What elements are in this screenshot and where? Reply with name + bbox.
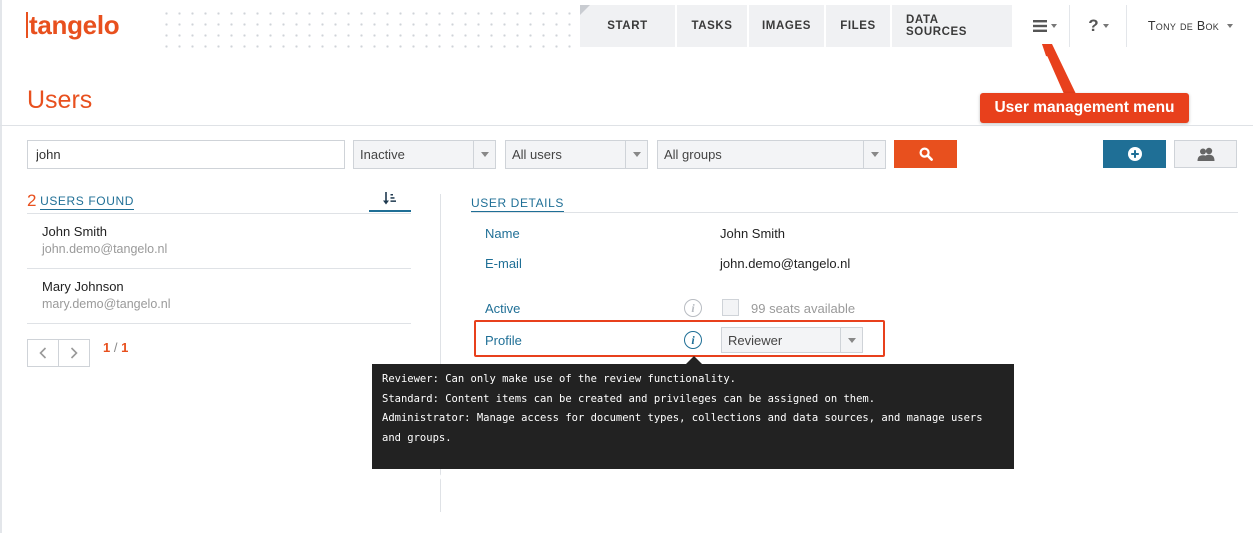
active-label: Active <box>485 301 521 316</box>
chevron-down-icon <box>863 141 885 168</box>
logo[interactable]: tangelo <box>26 10 120 41</box>
status-select[interactable]: Inactive <box>353 140 496 169</box>
user-name: Tony de Bok <box>1147 19 1220 33</box>
groups-select-value: All groups <box>664 147 722 162</box>
tooltip-line: Reviewer: Can only make use of the revie… <box>382 373 737 385</box>
users-found-count: 2 <box>27 191 38 210</box>
profile-select-value: Reviewer <box>728 332 783 348</box>
chevron-down-icon <box>625 141 647 168</box>
chevron-left-icon <box>39 347 47 359</box>
annotation-arrow <box>1042 44 1076 94</box>
email-value: john.demo@tangelo.nl <box>720 256 851 271</box>
user-list-name: Mary Johnson <box>42 279 124 294</box>
status-select-value: Inactive <box>360 147 405 162</box>
chevron-down-icon <box>1050 24 1057 28</box>
annotation-label: User management menu <box>980 93 1189 123</box>
info-icon[interactable]: i <box>684 299 702 317</box>
nav-start[interactable]: START <box>580 5 677 47</box>
main-nav: START TASKS IMAGES FILES DATA SOURCES <box>580 5 1014 47</box>
user-account-menu[interactable]: Tony de Bok <box>1128 5 1253 47</box>
nav-images[interactable]: IMAGES <box>749 5 826 47</box>
help-menu-button[interactable]: ? <box>1071 5 1127 47</box>
add-user-button[interactable] <box>1103 140 1166 168</box>
users-found-label: USERS FOUND <box>40 194 135 210</box>
user-details-heading: USER DETAILS <box>471 196 564 212</box>
chevron-down-icon <box>1227 24 1234 28</box>
chevron-down-icon <box>840 328 862 352</box>
profile-tooltip: Reviewer: Can only make use of the revie… <box>372 364 1014 502</box>
logo-bar <box>26 12 28 38</box>
seats-available-text: 99 seats available <box>751 301 856 316</box>
user-list-item[interactable]: Mary Johnson mary.demo@tangelo.nl <box>27 269 411 324</box>
groups-button[interactable] <box>1174 140 1237 168</box>
details-divider <box>471 212 1238 213</box>
groups-select[interactable]: All groups <box>657 140 886 169</box>
hamburger-menu-icon <box>1032 20 1047 32</box>
chevron-right-icon <box>71 347 78 359</box>
logo-text: tangelo <box>29 10 120 40</box>
user-list-name: John Smith <box>42 224 108 239</box>
nav-tasks[interactable]: TASKS <box>677 5 749 47</box>
help-label: ? <box>1088 16 1099 35</box>
tooltip-line: Administrator: Manage access for documen… <box>382 412 983 444</box>
user-management-menu-button[interactable] <box>1020 5 1070 47</box>
profile-select[interactable]: Reviewer <box>721 327 863 353</box>
tooltip-line: When switching profile, any privilege gr… <box>382 470 1002 503</box>
previous-page-button[interactable] <box>28 340 58 366</box>
users-group-icon <box>1197 147 1214 161</box>
left-edge <box>0 0 2 533</box>
page-current: 1 <box>103 340 111 355</box>
page-separator: / <box>113 340 118 355</box>
user-list-item[interactable]: John Smith john.demo@tangelo.nl <box>27 214 411 269</box>
user-list-email: mary.demo@tangelo.nl <box>42 297 171 311</box>
users-select-value: All users <box>512 147 562 162</box>
tooltip-spacer <box>382 448 1004 468</box>
chevron-down-icon <box>473 141 495 168</box>
next-page-button[interactable] <box>58 340 89 366</box>
page-title: Users <box>27 86 93 114</box>
pagination <box>27 339 90 367</box>
page-total: 1 <box>121 340 129 355</box>
info-icon[interactable]: i <box>684 331 702 349</box>
nav-files[interactable]: FILES <box>826 5 892 47</box>
search-button[interactable] <box>894 140 957 168</box>
email-label: E-mail <box>485 256 522 271</box>
users-found-heading: 2 USERS FOUND <box>27 191 135 211</box>
search-input[interactable] <box>27 140 345 169</box>
user-list-email: john.demo@tangelo.nl <box>42 242 168 256</box>
sort-icon <box>383 192 396 205</box>
sort-button[interactable] <box>369 192 411 212</box>
title-divider <box>0 125 1253 126</box>
tooltip-line: Standard: Content items can be created a… <box>382 392 876 405</box>
chevron-down-icon <box>1102 24 1109 28</box>
plus-icon <box>1127 147 1142 161</box>
name-value: John Smith <box>720 226 786 241</box>
page-indicator: 1 / 1 <box>103 340 128 355</box>
decorative-dots <box>160 8 580 48</box>
nav-data-sources[interactable]: DATA SOURCES <box>892 5 1014 47</box>
active-checkbox[interactable] <box>722 299 739 316</box>
search-icon <box>918 147 933 161</box>
users-select[interactable]: All users <box>505 140 648 169</box>
profile-label: Profile <box>485 333 522 348</box>
tooltip-caret <box>686 356 702 364</box>
name-label: Name <box>485 226 520 241</box>
